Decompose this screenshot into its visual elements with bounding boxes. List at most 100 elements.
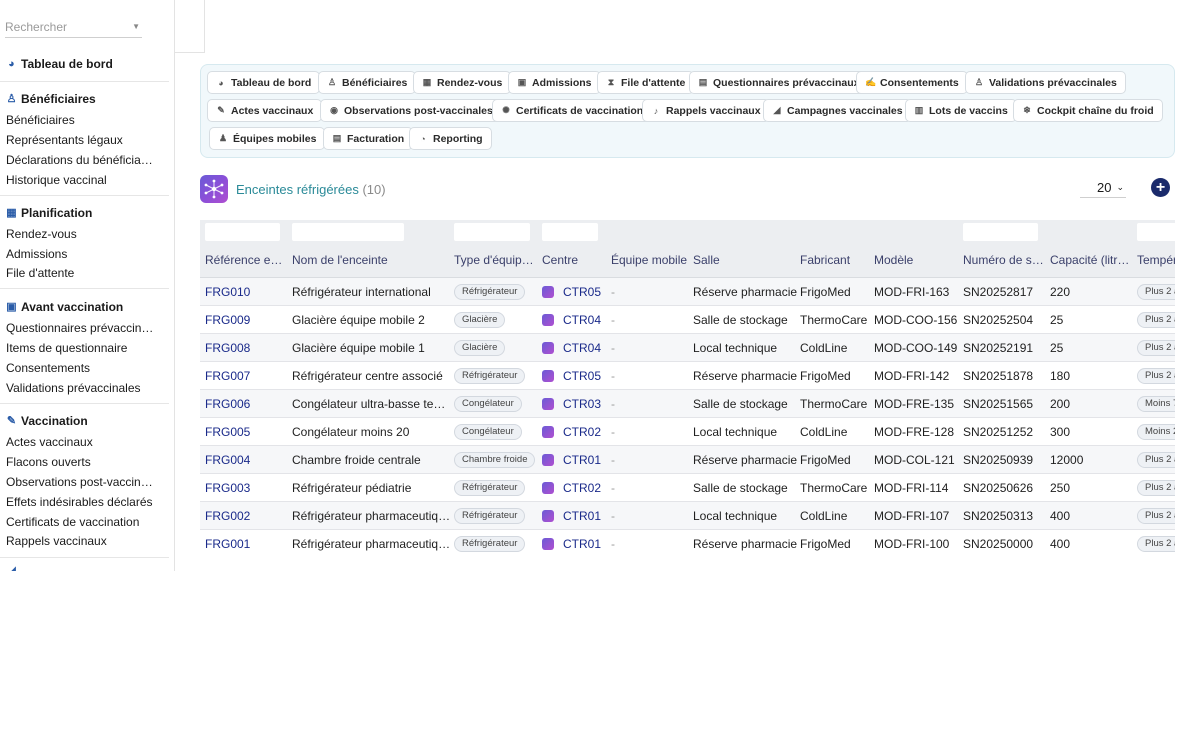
table-row[interactable]: FRG001 Réfrigérateur pharmaceutiq… Réfrigé…	[200, 530, 1175, 557]
sidebar-item-beneficiaires[interactable]: Bénéficiaires	[6, 113, 75, 127]
centre-icon	[542, 426, 554, 438]
table-row[interactable]: FRG003 Réfrigérateur pédiatrie Réfrigérate…	[200, 474, 1175, 502]
sidebar-item-flacons[interactable]: Flacons ouverts	[6, 455, 91, 469]
sidebar-item-actes[interactable]: Actes vaccinaux	[6, 435, 93, 449]
cell-reference[interactable]: FRG008	[205, 341, 250, 355]
column-header-fabricant[interactable]: Fabricant	[800, 253, 850, 267]
sidebar-group-avant-vaccination[interactable]: ▣ Avant vaccination	[6, 300, 123, 314]
shortcut-file-attente[interactable]: ⧗ File d'attente	[597, 71, 695, 94]
cell-centre[interactable]: CTR04	[563, 313, 601, 327]
centre-icon	[542, 510, 554, 522]
table-row[interactable]: FRG006 Congélateur ultra-basse te… Congéla…	[200, 390, 1175, 418]
filter-input-numero[interactable]	[963, 223, 1038, 241]
table-row[interactable]: FRG007 Réfrigérateur centre associé Réfrig…	[200, 362, 1175, 390]
shortcut-equipes[interactable]: ♟ Équipes mobiles	[209, 127, 326, 150]
sidebar-item-dashboard[interactable]: ◕ Tableau de bord	[6, 57, 113, 71]
sidebar-item-items-questionnaire[interactable]: Items de questionnaire	[6, 341, 127, 355]
add-button[interactable]: +	[1151, 178, 1170, 197]
cell-reference[interactable]: FRG006	[205, 397, 250, 411]
table-row[interactable]: FRG004 Chambre froide centrale Chambre fro…	[200, 446, 1175, 474]
column-header-type[interactable]: Type d'équip…	[454, 253, 534, 267]
sidebar-group-planification[interactable]: ▦ Planification	[6, 206, 92, 220]
cell-reference[interactable]: FRG004	[205, 453, 250, 467]
shortcut-label: Tableau de bord	[231, 76, 312, 89]
sidebar-item-effets[interactable]: Effets indésirables déclarés	[6, 495, 153, 509]
shortcut-cockpit[interactable]: ❄ Cockpit chaîne du froid	[1013, 99, 1163, 122]
cell-centre[interactable]: CTR05	[563, 285, 601, 299]
sidebar-item-rendez-vous[interactable]: Rendez-vous	[6, 227, 77, 241]
sidebar-item-questionnaires[interactable]: Questionnaires prévaccin…	[6, 321, 153, 335]
column-header-nom[interactable]: Nom de l'enceinte	[292, 253, 388, 267]
cell-reference[interactable]: FRG002	[205, 509, 250, 523]
shortcut-questionnaires[interactable]: ▤ Questionnaires prévaccinaux	[689, 71, 869, 94]
filter-input-temperature[interactable]	[1137, 223, 1175, 241]
cell-centre[interactable]: CTR04	[563, 341, 601, 355]
shortcut-validations[interactable]: ♙ Validations prévaccinales	[965, 71, 1126, 94]
table-row[interactable]: FRG010 Réfrigérateur international Réfrigé…	[200, 278, 1175, 306]
shortcut-reporting[interactable]: ◔ Reporting	[409, 127, 492, 150]
sidebar-item-validations[interactable]: Validations prévaccinales	[6, 381, 141, 395]
shortcut-rendez-vous[interactable]: ▦ Rendez-vous	[413, 71, 512, 94]
cell-reference[interactable]: FRG007	[205, 369, 250, 383]
sidebar-item-rappels[interactable]: Rappels vaccinaux	[6, 534, 107, 548]
cell-centre[interactable]: CTR02	[563, 481, 601, 495]
sidebar-group-beneficiaires[interactable]: ♙ Bénéficiaires	[6, 92, 96, 106]
sidebar-item-consentements[interactable]: Consentements	[6, 361, 90, 375]
table-row[interactable]: FRG005 Congélateur moins 20 Congélateur CTR…	[200, 418, 1175, 446]
shortcut-campagnes[interactable]: ◢ Campagnes vaccinales	[763, 99, 912, 122]
syringe-icon: ✎	[217, 105, 225, 115]
sidebar-item-representants[interactable]: Représentants légaux	[6, 133, 123, 147]
sidebar-search-input[interactable]: Rechercher ▼	[5, 16, 142, 38]
cell-reference[interactable]: FRG001	[205, 537, 250, 551]
cell-reference[interactable]: FRG003	[205, 481, 250, 495]
cell-nom: Réfrigérateur pharmaceutiq…	[292, 537, 451, 551]
chevron-down-icon[interactable]: ▼	[132, 22, 140, 31]
sidebar-item-declarations[interactable]: Déclarations du bénéficia…	[6, 153, 153, 167]
cell-fabricant: ThermoCare	[800, 481, 868, 495]
calendar-icon: ▦	[422, 77, 432, 87]
people-icon: ♙	[6, 92, 17, 105]
filter-input-type[interactable]	[454, 223, 530, 241]
filter-input-nom[interactable]	[292, 223, 404, 241]
shortcut-certificats[interactable]: ✺ Certificats de vaccination	[492, 99, 653, 122]
filter-input-centre[interactable]	[542, 223, 598, 241]
cell-reference[interactable]: FRG005	[205, 425, 250, 439]
page-size-select[interactable]: 20 ⌄	[1080, 178, 1126, 198]
shortcut-tableau-de-bord[interactable]: ◕ Tableau de bord	[207, 71, 321, 94]
sidebar-item-certificats[interactable]: Certificats de vaccination	[6, 515, 139, 529]
shortcut-lots[interactable]: ▥ Lots de vaccins	[905, 99, 1017, 122]
column-header-centre[interactable]: Centre	[542, 253, 578, 267]
column-header-salle[interactable]: Salle	[693, 253, 720, 267]
sidebar-item-admissions[interactable]: Admissions	[6, 247, 67, 261]
cell-centre[interactable]: CTR01	[563, 509, 601, 523]
cell-centre[interactable]: CTR05	[563, 369, 601, 383]
shortcut-consentements[interactable]: ✍ Consentements	[856, 71, 968, 94]
cell-centre[interactable]: CTR01	[563, 537, 601, 551]
shortcut-rappels[interactable]: ♪ Rappels vaccinaux	[642, 99, 770, 122]
table-row[interactable]: FRG002 Réfrigérateur pharmaceutiq… Réfrigé…	[200, 502, 1175, 530]
shortcut-observations[interactable]: ◉ Observations post-vaccinales	[320, 99, 502, 122]
column-header-numero[interactable]: Numéro de s…	[963, 253, 1044, 267]
cell-centre[interactable]: CTR03	[563, 397, 601, 411]
shortcut-facturation[interactable]: ▤ Facturation	[323, 127, 414, 150]
column-header-modele[interactable]: Modèle	[874, 253, 913, 267]
shortcut-actes[interactable]: ✎ Actes vaccinaux	[207, 99, 323, 122]
sidebar-group-partial[interactable]: ◢	[6, 566, 17, 572]
sidebar-group-vaccination[interactable]: ✎ Vaccination	[6, 414, 88, 428]
shortcut-beneficiaires[interactable]: ♙ Bénéficiaires	[318, 71, 417, 94]
table-row[interactable]: FRG008 Glacière équipe mobile 1 Glacière CT…	[200, 334, 1175, 362]
column-header-capacite[interactable]: Capacité (litr…	[1050, 253, 1129, 267]
cell-centre[interactable]: CTR01	[563, 453, 601, 467]
shortcut-admissions[interactable]: ▣ Admissions	[508, 71, 601, 94]
sidebar-item-observations[interactable]: Observations post-vaccin…	[6, 475, 153, 489]
column-header-temperature[interactable]: Tempéra	[1137, 253, 1175, 267]
column-header-equipe[interactable]: Équipe mobile	[611, 253, 687, 267]
cell-reference[interactable]: FRG009	[205, 313, 250, 327]
sidebar-item-historique[interactable]: Historique vaccinal	[6, 173, 107, 187]
cell-centre[interactable]: CTR02	[563, 425, 601, 439]
table-row[interactable]: FRG009 Glacière équipe mobile 2 Glacière CT…	[200, 306, 1175, 334]
filter-input-reference[interactable]	[205, 223, 280, 241]
sidebar-item-file-attente[interactable]: File d'attente	[6, 266, 74, 280]
column-header-reference[interactable]: Référence e…	[205, 253, 282, 267]
cell-reference[interactable]: FRG010	[205, 285, 250, 299]
